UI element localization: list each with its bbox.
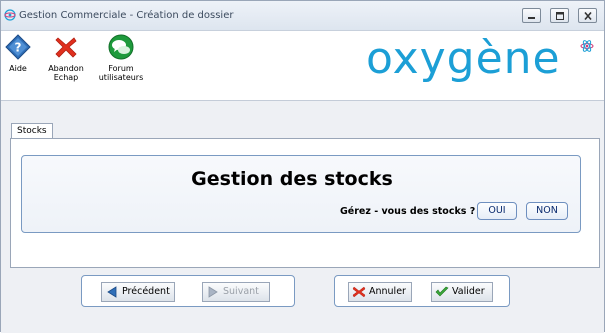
abandon-x-icon [55,37,77,58]
check-icon [435,286,449,297]
forum-label-line1: Forum [108,64,134,73]
tab-stocks[interactable]: Stocks [11,123,53,139]
cancel-x-icon [352,286,366,298]
next-label: Suivant [223,286,259,297]
forum-label-line2: utilisateurs [98,73,144,82]
previous-button[interactable]: Précédent [101,282,175,302]
minimize-button[interactable] [522,8,541,23]
abandon-button[interactable]: Abandon Echap [43,33,89,82]
next-button[interactable]: Suivant [202,282,270,302]
arrow-left-icon [107,286,117,298]
no-button[interactable]: NON [526,202,568,220]
atom-icon [580,40,594,52]
oxygene-logo: oxygène [366,31,598,91]
abandon-label-line1: Abandon [48,64,84,73]
toolbar: ? Aide Abandon Echap Forum utilisateurs … [1,31,604,93]
validate-button[interactable]: Valider [431,282,493,302]
confirm-group: Annuler Valider [334,275,510,307]
validate-label: Valider [452,286,485,297]
cancel-label: Annuler [369,286,406,297]
page-title: Gestion des stocks [191,168,393,190]
app-icon [4,9,16,21]
forum-icon [108,34,134,60]
minimize-icon [528,17,535,19]
navigation-group: Précédent Suivant [81,275,295,307]
logo-text: oxygène [366,33,561,84]
cancel-button[interactable]: Annuler [348,282,412,302]
maximize-button[interactable] [550,8,569,23]
app-window: Gestion Commerciale - Création de dossie… [0,0,605,333]
help-label: Aide [9,64,27,73]
help-icon: ? [5,34,31,60]
forum-button[interactable]: Forum utilisateurs [97,33,145,82]
svg-text:?: ? [15,41,22,55]
close-icon [584,12,592,20]
maximize-icon [556,12,564,20]
tab-panel-stocks: Gestion des stocks Gérez - vous des stoc… [10,138,600,268]
title-bar: Gestion Commerciale - Création de dossie… [1,1,604,31]
stock-settings-box: Gestion des stocks Gérez - vous des stoc… [21,155,581,233]
window-title: Gestion Commerciale - Création de dossie… [19,10,234,21]
arrow-right-icon [208,286,218,298]
help-button[interactable]: ? Aide [3,33,33,73]
previous-label: Précédent [122,286,170,297]
abandon-label-line2: Echap [53,73,79,82]
yes-button[interactable]: OUI [477,202,517,220]
close-button[interactable] [578,8,597,23]
stock-question-label: Gérez - vous des stocks ? [340,206,476,217]
